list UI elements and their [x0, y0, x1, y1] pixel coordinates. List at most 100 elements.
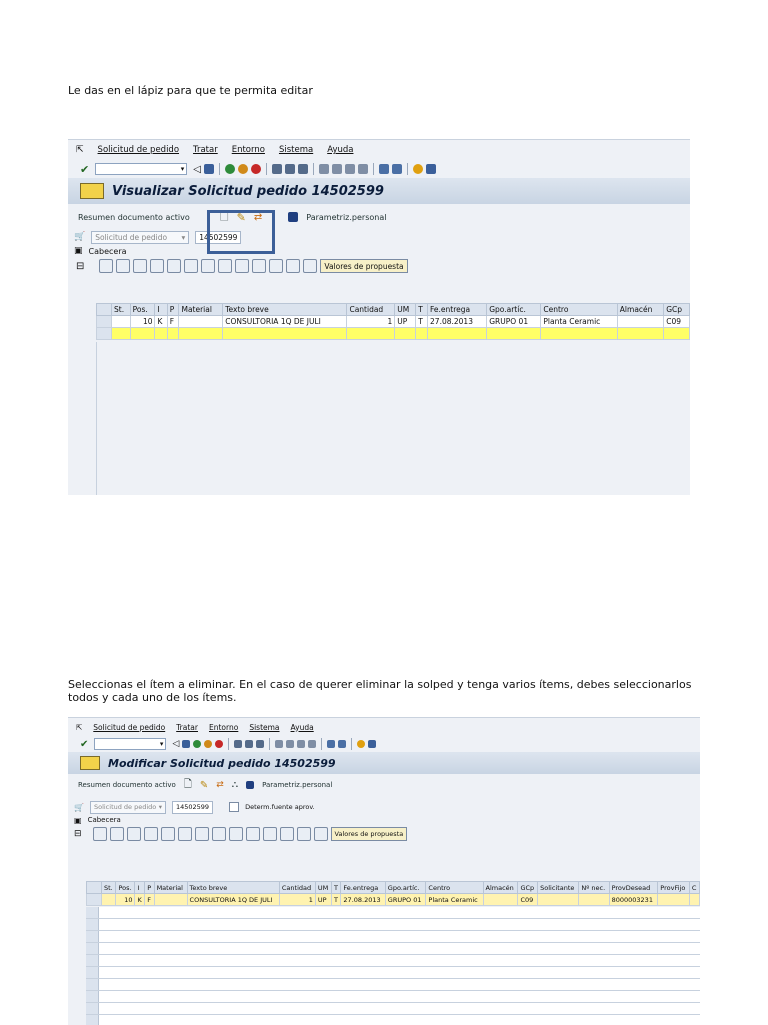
column-header[interactable]: Centro — [540, 303, 618, 316]
grid-cell[interactable]: C09 — [517, 893, 539, 906]
grid-cell[interactable]: T — [330, 893, 342, 906]
graphic-button-2[interactable] — [279, 827, 294, 841]
layout-button[interactable] — [235, 259, 250, 273]
empty-cell[interactable] — [129, 327, 156, 340]
empty-grid-row[interactable] — [86, 955, 700, 967]
shortcut-icon[interactable] — [391, 164, 402, 174]
row-selector[interactable] — [86, 955, 99, 966]
layout-icon-2[interactable] — [368, 740, 377, 748]
row-selector[interactable] — [86, 943, 99, 954]
grid-cell[interactable]: 27.08.2013 — [340, 893, 386, 906]
back-icon[interactable] — [224, 164, 235, 174]
grid-cell[interactable] — [153, 893, 188, 906]
column-header[interactable]: I — [134, 881, 146, 894]
grid-cell[interactable]: Planta Ceramic — [540, 315, 618, 328]
menu-ayuda[interactable]: Ayuda — [327, 145, 353, 155]
row-selector[interactable] — [86, 931, 99, 942]
header-expand-icon[interactable]: ▣ — [74, 246, 83, 256]
enter-check-icon[interactable]: ✔ — [80, 163, 89, 176]
column-header[interactable]: UM — [394, 303, 417, 316]
column-header[interactable]: P — [166, 303, 180, 316]
grid-cell[interactable]: 27.08.2013 — [427, 315, 488, 328]
grid-cell[interactable] — [688, 893, 700, 906]
command-field[interactable]: ▾ — [95, 163, 188, 175]
grid-cell[interactable]: C09 — [663, 315, 690, 328]
cancel-icon[interactable] — [250, 164, 261, 174]
command-field-2[interactable]: ▾ — [94, 738, 167, 750]
find-icon-2[interactable] — [245, 740, 254, 748]
next-page-icon[interactable] — [344, 164, 355, 174]
layout-icon[interactable] — [425, 164, 436, 174]
grid-cell[interactable]: 10 — [115, 893, 136, 906]
find-next-icon-2[interactable] — [256, 740, 265, 748]
column-header[interactable]: Fe.entrega — [427, 303, 488, 316]
total-button-2[interactable] — [211, 827, 226, 841]
grid-cell[interactable]: CONSULTORIA 1Q DE JULI — [186, 893, 280, 906]
help-icon-2[interactable] — [357, 740, 366, 748]
copy-button-2[interactable] — [109, 827, 124, 841]
grid-cell[interactable]: F — [144, 893, 155, 906]
select-all-icon[interactable] — [86, 881, 102, 894]
column-header[interactable]: Gpo.artíc. — [486, 303, 542, 316]
cancel-icon-2[interactable] — [215, 740, 224, 748]
prev-page-icon[interactable] — [331, 164, 342, 174]
filter-button-2[interactable] — [160, 827, 175, 841]
help-icon[interactable] — [412, 164, 423, 174]
column-header[interactable]: Cantidad — [278, 881, 316, 894]
row-selector[interactable] — [86, 967, 99, 978]
prev-page-icon-2[interactable] — [286, 740, 295, 748]
release-button-2[interactable] — [313, 827, 328, 841]
filter-button[interactable] — [133, 259, 148, 273]
grid-cell[interactable]: UP — [314, 893, 332, 906]
column-header[interactable]: ProvFijo — [657, 881, 690, 894]
exit-icon[interactable] — [237, 164, 248, 174]
grid-cell[interactable]: 1 — [278, 893, 316, 906]
display-change-pencil-icon-2[interactable]: ✎ — [200, 780, 208, 791]
column-header[interactable]: T — [330, 881, 342, 894]
empty-cell[interactable] — [415, 327, 429, 340]
empty-cell[interactable] — [486, 327, 542, 340]
save-icon[interactable] — [203, 164, 214, 174]
last-page-icon-2[interactable] — [308, 740, 317, 748]
print-items-button-2[interactable] — [143, 827, 158, 841]
total-button[interactable] — [184, 259, 199, 273]
menu-exit-icon-2[interactable]: ⇱ — [76, 723, 82, 732]
grid-cell[interactable]: 8000003231 — [608, 893, 659, 906]
menu-ayuda-2[interactable]: Ayuda — [291, 723, 314, 732]
print-icon-2[interactable] — [234, 740, 243, 748]
column-header[interactable]: Almacén — [616, 303, 665, 316]
empty-grid-row[interactable] — [86, 967, 700, 979]
column-header[interactable]: Centro — [425, 881, 484, 894]
empty-cell[interactable] — [178, 327, 224, 340]
info-icon-2[interactable] — [246, 781, 255, 789]
subtotal-button[interactable] — [201, 259, 216, 273]
column-header[interactable]: Pos. — [115, 881, 136, 894]
column-header[interactable]: Texto breve — [186, 881, 280, 894]
find-icon[interactable] — [284, 164, 295, 174]
row-selector[interactable] — [86, 907, 99, 918]
column-header[interactable]: UM — [314, 881, 332, 894]
menu-entorno[interactable]: Entorno — [232, 145, 265, 155]
grid-cell[interactable] — [178, 315, 224, 328]
empty-cell[interactable] — [154, 327, 168, 340]
org-icon-2[interactable]: ⛬ — [232, 780, 238, 790]
find-items-button-2[interactable] — [177, 827, 192, 841]
column-header[interactable]: Material — [178, 303, 224, 316]
grid-cell[interactable]: F — [166, 315, 180, 328]
empty-cell[interactable] — [346, 327, 396, 340]
grid-cell[interactable]: Planta Ceramic — [425, 893, 484, 906]
create-icon-2[interactable]: 🗋 — [184, 777, 192, 794]
grid-cell[interactable]: UP — [394, 315, 417, 328]
column-header[interactable]: Solicitante — [537, 881, 580, 894]
header-expand-icon-2[interactable]: ▣ — [74, 816, 82, 825]
column-header[interactable]: Nº nec. — [578, 881, 610, 894]
column-header[interactable]: Texto breve — [222, 303, 348, 316]
grid-cell[interactable] — [616, 315, 665, 328]
items-collapse-icon-2[interactable]: ⊟ — [74, 829, 82, 839]
info-icon[interactable] — [288, 212, 299, 222]
menu-solicitud-2[interactable]: Solicitud de pedido — [93, 723, 165, 732]
column-header[interactable]: ProvDesead — [608, 881, 659, 894]
new-session-icon[interactable] — [378, 164, 389, 174]
empty-cell[interactable] — [394, 327, 417, 340]
info-items-button-2[interactable] — [296, 827, 311, 841]
